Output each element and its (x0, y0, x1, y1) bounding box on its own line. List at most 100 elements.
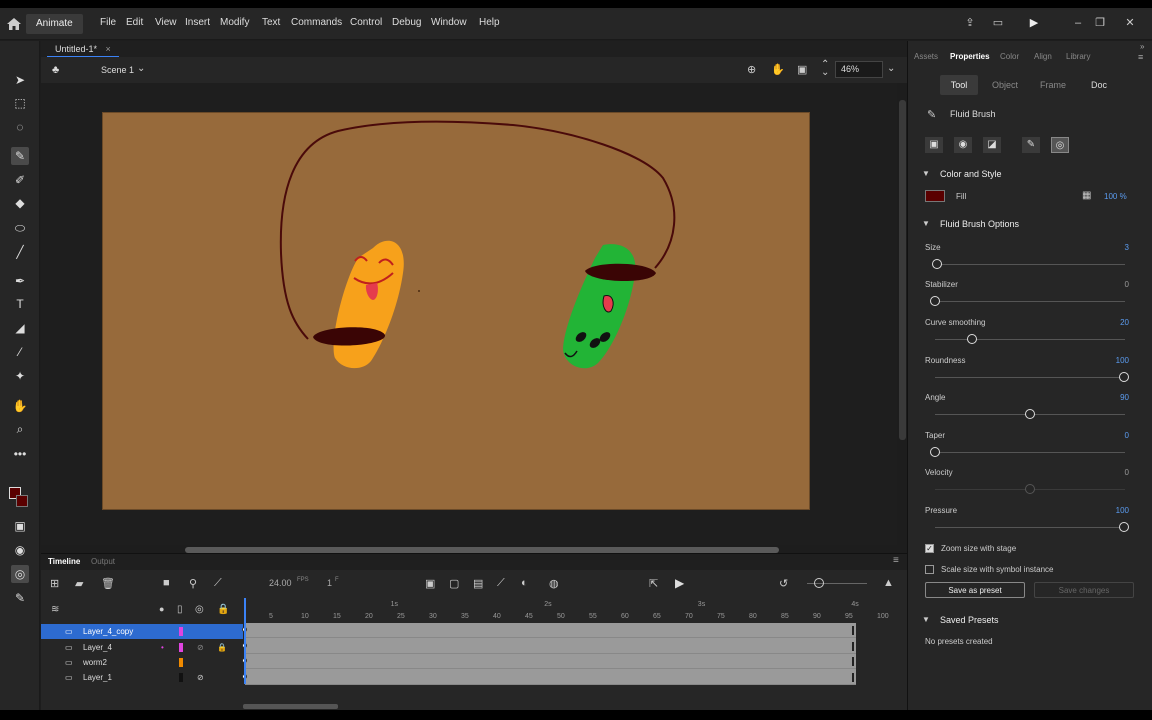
fill-swatch[interactable] (925, 190, 945, 202)
pressure-slider[interactable] (935, 527, 1125, 528)
angle-value[interactable]: 90 (1120, 393, 1129, 402)
stabilizer-value[interactable]: 0 (1125, 280, 1129, 289)
pressure-toggle-icon[interactable]: ✎ (1022, 137, 1040, 153)
outline-all-icon[interactable]: ▯ (177, 604, 183, 615)
velocity-toggle-icon[interactable]: ◎ (1051, 137, 1069, 153)
vertical-scrollbar[interactable] (899, 100, 906, 440)
stage-canvas[interactable] (102, 112, 810, 510)
paint-brush-icon[interactable]: ✐ (11, 171, 29, 189)
insert-blank-keyframe-icon[interactable]: ▢ (449, 577, 459, 590)
close-tab-icon[interactable]: × (106, 44, 111, 54)
saved-presets-title[interactable]: Saved Presets (940, 615, 999, 625)
alpha-value[interactable]: 100 % (1104, 192, 1127, 201)
fit-frames-icon[interactable]: ▲ (883, 577, 894, 589)
insert-keyframe-icon[interactable]: ▣ (425, 577, 435, 590)
scale-size-checkbox[interactable] (925, 565, 934, 574)
layer-color-chip[interactable] (179, 627, 183, 636)
layer-row[interactable]: ▭ Layer_4 • ⊘ 🔒 (41, 640, 243, 655)
frame-row[interactable] (242, 623, 856, 638)
eraser-icon[interactable]: ◆ (11, 194, 29, 212)
menu-modify[interactable]: Modify (220, 17, 249, 28)
tab-color[interactable]: Color (1000, 52, 1019, 61)
lasso-icon[interactable]: ◌ (11, 118, 29, 136)
document-tab[interactable]: Untitled-1* × (47, 41, 119, 57)
zoom-dropdown-icon[interactable]: ⌄ (887, 63, 895, 74)
camera-icon[interactable]: ■ (163, 577, 170, 589)
color-style-title[interactable]: Color and Style (940, 169, 1002, 179)
menu-insert[interactable]: Insert (185, 17, 210, 28)
fps-value[interactable]: 24.00 (269, 578, 292, 588)
home-icon[interactable] (6, 17, 22, 31)
frame-grid[interactable] (242, 623, 856, 685)
layer-color-chip[interactable] (179, 643, 183, 652)
layer-name[interactable]: Layer_1 (83, 670, 112, 685)
scene-dropdown-icon[interactable]: ⌄ (137, 63, 145, 74)
playhead[interactable] (244, 598, 246, 684)
clip-content-icon[interactable]: ▣ (797, 63, 807, 76)
stabilizer-slider[interactable] (935, 301, 1125, 302)
roundness-knob[interactable] (1119, 372, 1129, 382)
collapse-panel-icon[interactable]: » (1140, 42, 1144, 51)
end-frame-marker[interactable] (852, 626, 854, 635)
menu-commands[interactable]: Commands (291, 17, 342, 28)
layer-parenting-icon[interactable]: ⚲ (189, 577, 197, 590)
object-drawing-mode-icon[interactable]: ▣ (925, 137, 943, 153)
close-icon[interactable]: ✕ (1120, 14, 1140, 32)
hand-tool-icon[interactable]: ✋ (11, 397, 29, 415)
layer-color-chip[interactable] (179, 658, 183, 667)
size-value[interactable]: 3 (1125, 243, 1129, 252)
tab-timeline[interactable]: Timeline (48, 557, 80, 566)
tab-output[interactable]: Output (91, 557, 115, 566)
frame-value[interactable]: 1 (327, 578, 332, 588)
step-back-icon[interactable]: ⇱ (649, 577, 658, 590)
object-drawing-icon[interactable]: ▣ (11, 517, 29, 535)
menu-file[interactable]: File (100, 17, 116, 28)
layer-name[interactable]: Layer_4 (83, 640, 112, 655)
brush-options-title[interactable]: Fluid Brush Options (940, 219, 1019, 229)
onion-skin-icon[interactable]: ◐ (521, 577, 528, 589)
tab-library[interactable]: Library (1066, 52, 1090, 61)
text-tool-icon[interactable]: T (11, 295, 29, 313)
line-tool-icon[interactable]: ╱ (11, 243, 29, 261)
center-stage-icon[interactable]: ⊕ (747, 63, 756, 76)
menu-debug[interactable]: Debug (392, 17, 421, 28)
curve-smoothing-slider[interactable] (935, 339, 1125, 340)
app-name[interactable]: Animate (26, 14, 83, 34)
pressure-value[interactable]: 100 (1116, 506, 1129, 515)
size-knob[interactable] (932, 259, 942, 269)
delete-layer-icon[interactable]: 🗑 (101, 577, 115, 590)
mode-tab-object[interactable]: Object (986, 75, 1024, 95)
menu-window[interactable]: Window (431, 17, 467, 28)
taper-value[interactable]: 0 (1125, 431, 1129, 440)
mode-tab-doc[interactable]: Doc (1080, 75, 1118, 95)
show-all-icon[interactable]: ● (159, 604, 164, 614)
chevron-down-icon[interactable]: ▼ (922, 615, 930, 624)
zoom-tool-icon[interactable]: ⌕ (11, 420, 29, 438)
menu-text[interactable]: Text (262, 17, 280, 28)
brush-mode-icon[interactable]: ◉ (11, 541, 29, 559)
tab-properties[interactable]: Properties (950, 52, 990, 61)
end-frame-marker[interactable] (852, 641, 854, 651)
tab-align[interactable]: Align (1034, 52, 1052, 61)
roundness-value[interactable]: 100 (1116, 356, 1129, 365)
new-layer-icon[interactable]: ⊞ (50, 577, 59, 590)
brush-shape-icon[interactable]: ◉ (954, 137, 972, 153)
free-transform-icon[interactable]: ⬚ (11, 94, 29, 112)
menu-help[interactable]: Help (479, 17, 500, 28)
oval-tool-icon[interactable]: ⬭ (11, 219, 29, 237)
end-frame-marker[interactable] (852, 657, 854, 666)
velocity-value[interactable]: 0 (1125, 468, 1129, 477)
taper-knob[interactable] (930, 447, 940, 457)
zoom-size-checkbox[interactable]: ✓ (925, 544, 934, 553)
timeline-menu-icon[interactable]: ≡ (893, 555, 899, 566)
zoom-stepper-icon[interactable]: ⌃ ⌄ (821, 60, 829, 78)
layer-lock-icon[interactable]: 🔒 (217, 640, 227, 655)
layer-hidden-icon[interactable]: ⊘ (197, 670, 204, 685)
share-icon[interactable]: ⇪ (960, 14, 980, 32)
frame-row[interactable] (242, 654, 856, 669)
lock-all-icon[interactable]: 🔒 (217, 604, 229, 615)
pressure-knob[interactable] (1119, 522, 1129, 532)
menu-control[interactable]: Control (350, 17, 382, 28)
play-button-icon[interactable]: ▶ (675, 576, 684, 590)
roundness-slider[interactable] (935, 377, 1125, 378)
